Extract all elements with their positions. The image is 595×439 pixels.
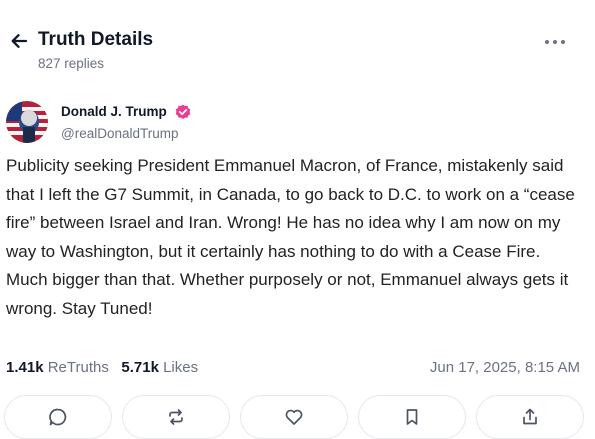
avatar-image	[6, 101, 48, 143]
repost-icon	[169, 409, 183, 425]
post-stats: 1.41k ReTruths 5.71k Likes	[6, 359, 198, 376]
more-horizontal-icon	[545, 40, 565, 44]
post-body: Publicity seeking President Emmanuel Mac…	[6, 156, 575, 318]
likes-label: Likes	[163, 359, 199, 376]
retruths-count: 1.41k	[6, 359, 44, 376]
arrow-left-icon	[11, 34, 28, 48]
reply-count: 827 replies	[38, 56, 105, 71]
page-header: Truth Details 827 replies	[0, 0, 595, 80]
like-button[interactable]	[240, 395, 348, 439]
likes-count: 5.71k	[121, 359, 159, 376]
author-avatar[interactable]	[6, 101, 48, 143]
back-button[interactable]	[6, 28, 32, 54]
comment-icon	[49, 408, 67, 426]
author-handle[interactable]: @realDonaldTrump	[61, 126, 179, 141]
heart-icon	[285, 409, 303, 425]
post-timestamp: Jun 17, 2025, 8:15 AM	[429, 359, 580, 376]
share-icon	[523, 408, 537, 425]
action-bar	[4, 395, 584, 439]
bookmark-button[interactable]	[358, 395, 466, 439]
author-name[interactable]: Donald J. Trump	[61, 104, 167, 119]
retruths-label: ReTruths	[47, 359, 109, 376]
verified-badge-icon	[175, 104, 191, 119]
likes-stat[interactable]: 5.71k Likes	[121, 359, 198, 376]
share-button[interactable]	[476, 395, 584, 439]
page-title: Truth Details	[38, 29, 154, 50]
reply-button[interactable]	[4, 395, 112, 439]
bookmark-icon	[406, 409, 418, 425]
retruth-button[interactable]	[122, 395, 230, 439]
more-options-button[interactable]	[542, 32, 568, 52]
retruths-stat[interactable]: 1.41k ReTruths	[6, 359, 109, 376]
